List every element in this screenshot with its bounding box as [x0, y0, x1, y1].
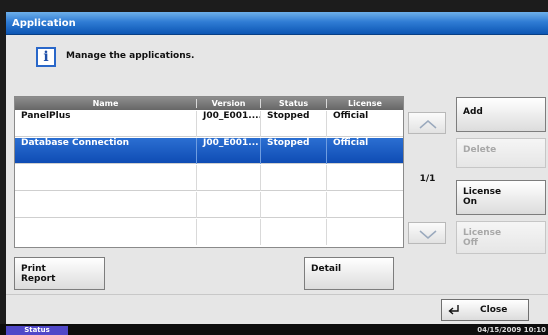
- table-header: Name Version Status License: [15, 97, 403, 110]
- add-button[interactable]: Add: [456, 97, 546, 132]
- scroll-up-button[interactable]: [408, 112, 446, 134]
- print-report-button[interactable]: Print Report: [14, 257, 105, 290]
- top-bar: [0, 0, 548, 12]
- cell-empty: [197, 192, 261, 218]
- cell-license: Official: [333, 138, 369, 148]
- cell-license: Official: [333, 111, 369, 121]
- cell-status: Stopped: [261, 138, 327, 164]
- info-message: Manage the applications.: [66, 51, 195, 61]
- status-tab[interactable]: Status: [6, 326, 68, 335]
- table-row-selected[interactable]: Database Connection J00_E001... Stopped …: [15, 138, 403, 164]
- delete-button[interactable]: Delete: [456, 138, 546, 168]
- applications-table: Name Version Status License PanelPlus J0…: [14, 96, 404, 248]
- table-row-empty[interactable]: [15, 192, 403, 218]
- date-time: 04/15/2009 10:10: [477, 326, 546, 334]
- return-arrow-icon: [448, 305, 459, 315]
- license-off-label-line2: Off: [463, 238, 478, 248]
- table-row-empty[interactable]: [15, 165, 403, 191]
- window-title: Application: [6, 12, 548, 35]
- scroll-down-button[interactable]: [408, 222, 446, 244]
- cell-name: Database Connection: [15, 138, 197, 164]
- cell-empty: [15, 192, 197, 218]
- cell-empty: [261, 165, 327, 191]
- delete-button-label: Delete: [463, 145, 497, 155]
- cell-empty: [197, 165, 261, 191]
- status-bar: [0, 324, 548, 335]
- cell-version: J00_E001....: [197, 111, 261, 137]
- cell-empty: [15, 219, 197, 245]
- column-header-name: Name: [92, 99, 119, 108]
- print-report-label-line2: Report: [21, 274, 56, 284]
- close-button-label: Close: [480, 305, 508, 315]
- add-button-label: Add: [463, 107, 483, 117]
- cell-status: Stopped: [261, 111, 327, 137]
- divider: [6, 294, 548, 295]
- table-row-empty[interactable]: [15, 219, 403, 245]
- column-header-status: Status: [278, 99, 309, 108]
- license-off-button[interactable]: License Off: [456, 221, 546, 254]
- scroll-down-icon: [419, 230, 437, 239]
- cell-empty: [15, 165, 197, 191]
- license-on-label-line2: On: [463, 197, 478, 207]
- column-header-version: Version: [211, 99, 246, 108]
- detail-button[interactable]: Detail: [304, 257, 394, 290]
- cell-empty: [261, 219, 327, 245]
- license-on-label-line1: License: [463, 187, 502, 197]
- column-header-license: License: [348, 99, 382, 108]
- close-button[interactable]: Close: [441, 299, 529, 321]
- license-on-button[interactable]: License On: [456, 180, 546, 215]
- info-icon: i: [36, 47, 56, 67]
- scroll-up-icon: [419, 120, 437, 129]
- cell-empty: [261, 192, 327, 218]
- pagination-column: 1/1: [404, 96, 451, 248]
- print-report-label-line1: Print: [21, 264, 46, 274]
- cell-empty: [197, 219, 261, 245]
- table-row[interactable]: PanelPlus J00_E001.... Stopped Official: [15, 111, 403, 137]
- detail-button-label: Detail: [311, 264, 342, 274]
- cell-name: PanelPlus: [15, 111, 197, 137]
- page-indicator: 1/1: [419, 174, 436, 184]
- cell-version: J00_E001...: [197, 138, 261, 164]
- license-off-label-line1: License: [463, 228, 502, 238]
